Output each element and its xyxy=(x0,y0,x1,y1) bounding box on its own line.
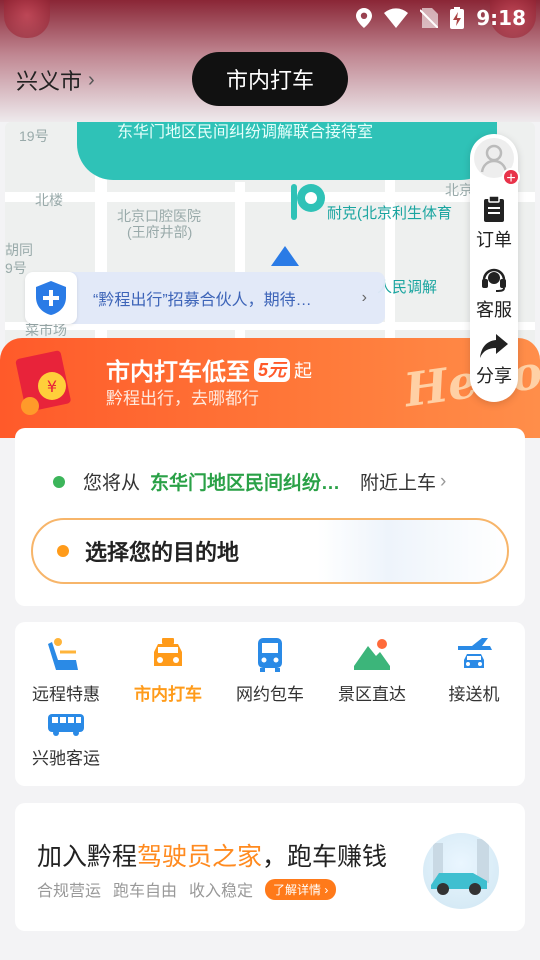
service-remote-discount[interactable]: 远程特惠 xyxy=(16,638,116,705)
city-label: 兴义市 xyxy=(16,69,83,94)
service-label: 远程特惠 xyxy=(32,685,100,704)
status-time: 9:18 xyxy=(476,6,526,30)
promo-price: 5元 xyxy=(254,357,291,382)
notice-text: “黔程出行”招募合伙人，期待… xyxy=(93,292,312,309)
status-bar: 9:18 xyxy=(0,0,540,38)
recruit-title-suffix: ，跑车赚钱 xyxy=(262,843,388,871)
map-pin-icon xyxy=(291,184,325,220)
orders-label: 订单 xyxy=(476,230,512,250)
airport-transfer-icon xyxy=(458,638,492,668)
headset-icon xyxy=(482,268,506,292)
promo-title: 市内打车低至 5元 起 xyxy=(106,352,312,387)
map-view[interactable]: 19号 北楼 北京口腔医院 (王府井部) 胡同 9号 菜市场 耐克(北京利生体育… xyxy=(5,122,535,352)
promo-suffix: 起 xyxy=(294,360,313,381)
pickup-suffix: 附近上车 xyxy=(360,473,437,494)
car-illustration xyxy=(423,833,499,909)
destination-placeholder: 选择您的目的地 xyxy=(85,540,240,565)
service-city-taxi[interactable]: 市内打车 xyxy=(118,638,218,705)
map-label: 9号 xyxy=(5,260,27,276)
map-label: 耐克(北京利生体育 xyxy=(327,205,452,222)
side-menu: + 订单 客服 分享 xyxy=(470,134,520,402)
promo-title-text: 市内打车低至 xyxy=(106,359,250,386)
avatar[interactable]: + xyxy=(474,138,520,187)
partner-recruit-notice[interactable]: “黔程出行”招募合伙人，期待… › xyxy=(25,272,385,324)
recruit-tag: 合规营运 xyxy=(37,883,102,900)
learn-more-button[interactable]: 了解详情 › xyxy=(265,878,337,900)
share-icon xyxy=(480,334,508,358)
service-label: 市内打车 xyxy=(134,685,202,704)
recruit-tags: 合规营运 跑车自由 收入稳定 了解详情 › xyxy=(37,877,337,901)
add-badge-icon: + xyxy=(502,168,520,187)
red-envelope-icon: ¥ xyxy=(15,350,71,415)
current-location-icon xyxy=(271,246,299,266)
learn-more-label: 了解详情 xyxy=(273,882,322,897)
map-label: 19号 xyxy=(19,128,49,144)
service-label: 兴驰客运 xyxy=(32,749,100,768)
driver-recruit-card[interactable]: 加入黔程驾驶员之家，跑车赚钱 合规营运 跑车自由 收入稳定 了解详情 › xyxy=(15,803,525,931)
map-label: 北楼 xyxy=(35,192,63,208)
service-airport[interactable]: 接送机 xyxy=(424,638,524,705)
service-charter[interactable]: 网约包车 xyxy=(220,638,320,705)
pickup-prefix: 您将从 xyxy=(83,473,141,494)
wifi-icon xyxy=(384,8,409,28)
city-selector[interactable]: 兴义市 › xyxy=(16,64,95,96)
location-icon xyxy=(356,8,373,28)
taxi-icon xyxy=(154,638,182,666)
trip-card: 您将从 东华门地区民间纠纷调解联合接待室 附近上车 › 选择您的目的地 xyxy=(15,428,525,606)
scenic-icon xyxy=(354,639,390,670)
header: 9:18 兴义市 › 市内打车 xyxy=(0,0,540,122)
customer-service-button[interactable]: 客服 xyxy=(470,266,518,322)
map-label: 胡同 xyxy=(5,242,33,258)
pickup-location: 东华门地区民间纠纷调解联合接待室 xyxy=(150,473,350,494)
map-label: (王府井部) xyxy=(127,224,193,240)
chevron-right-icon: › xyxy=(440,470,447,492)
battery-charging-icon xyxy=(450,7,465,29)
chevron-right-icon: › xyxy=(361,289,367,306)
promo-subtitle: 黔程出行，去哪都行 xyxy=(106,389,259,408)
service-scenic[interactable]: 景区直达 xyxy=(322,638,422,705)
destination-dot-icon xyxy=(57,545,69,557)
clipboard-icon xyxy=(484,196,504,222)
no-sim-icon xyxy=(420,8,439,28)
service-label: 接送机 xyxy=(448,685,500,704)
map-label: 北京 xyxy=(445,182,473,198)
service-coach[interactable]: 兴驰客运 xyxy=(16,712,116,769)
shield-icon xyxy=(25,272,77,324)
bus-icon xyxy=(258,638,282,672)
coach-icon xyxy=(48,714,84,736)
recruit-title-prefix: 加入黔程 xyxy=(37,843,138,871)
orders-button[interactable]: 订单 xyxy=(470,196,518,252)
pickup-dot-icon xyxy=(53,475,65,488)
pickup-location-banner-text: 东华门地区民间纠纷调解联合接待室 xyxy=(117,124,374,141)
seat-icon xyxy=(48,638,78,670)
customer-service-label: 客服 xyxy=(476,300,512,320)
services-card: 远程特惠 市内打车 网约包车 景区直达 接送机 兴驰客运 xyxy=(15,622,525,786)
recruit-title-highlight: 驾驶员之家 xyxy=(137,843,263,871)
destination-input[interactable]: 选择您的目的地 xyxy=(31,518,509,584)
service-label: 景区直达 xyxy=(338,685,406,704)
map-label: 人民调解 xyxy=(377,279,438,296)
promo-banner[interactable]: ¥ 市内打车低至 5元 起 黔程出行，去哪都行 Hello xyxy=(0,338,540,438)
page-title: 市内打车 xyxy=(192,52,348,106)
recruit-tag: 跑车自由 xyxy=(113,883,178,900)
pickup-row[interactable]: 您将从 东华门地区民间纠纷调解联合接待室 附近上车 › xyxy=(53,468,493,495)
share-label: 分享 xyxy=(476,366,512,386)
recruit-tag: 收入稳定 xyxy=(189,883,254,900)
recruit-title: 加入黔程驾驶员之家，跑车赚钱 xyxy=(37,837,387,873)
share-button[interactable]: 分享 xyxy=(470,334,518,388)
service-label: 网约包车 xyxy=(236,685,304,704)
chevron-right-icon: › xyxy=(88,68,95,91)
svg-text:¥: ¥ xyxy=(47,377,57,396)
pickup-location-banner[interactable]: 东华门地区民间纠纷调解联合接待室 xyxy=(77,122,497,180)
user-icon xyxy=(480,144,508,173)
